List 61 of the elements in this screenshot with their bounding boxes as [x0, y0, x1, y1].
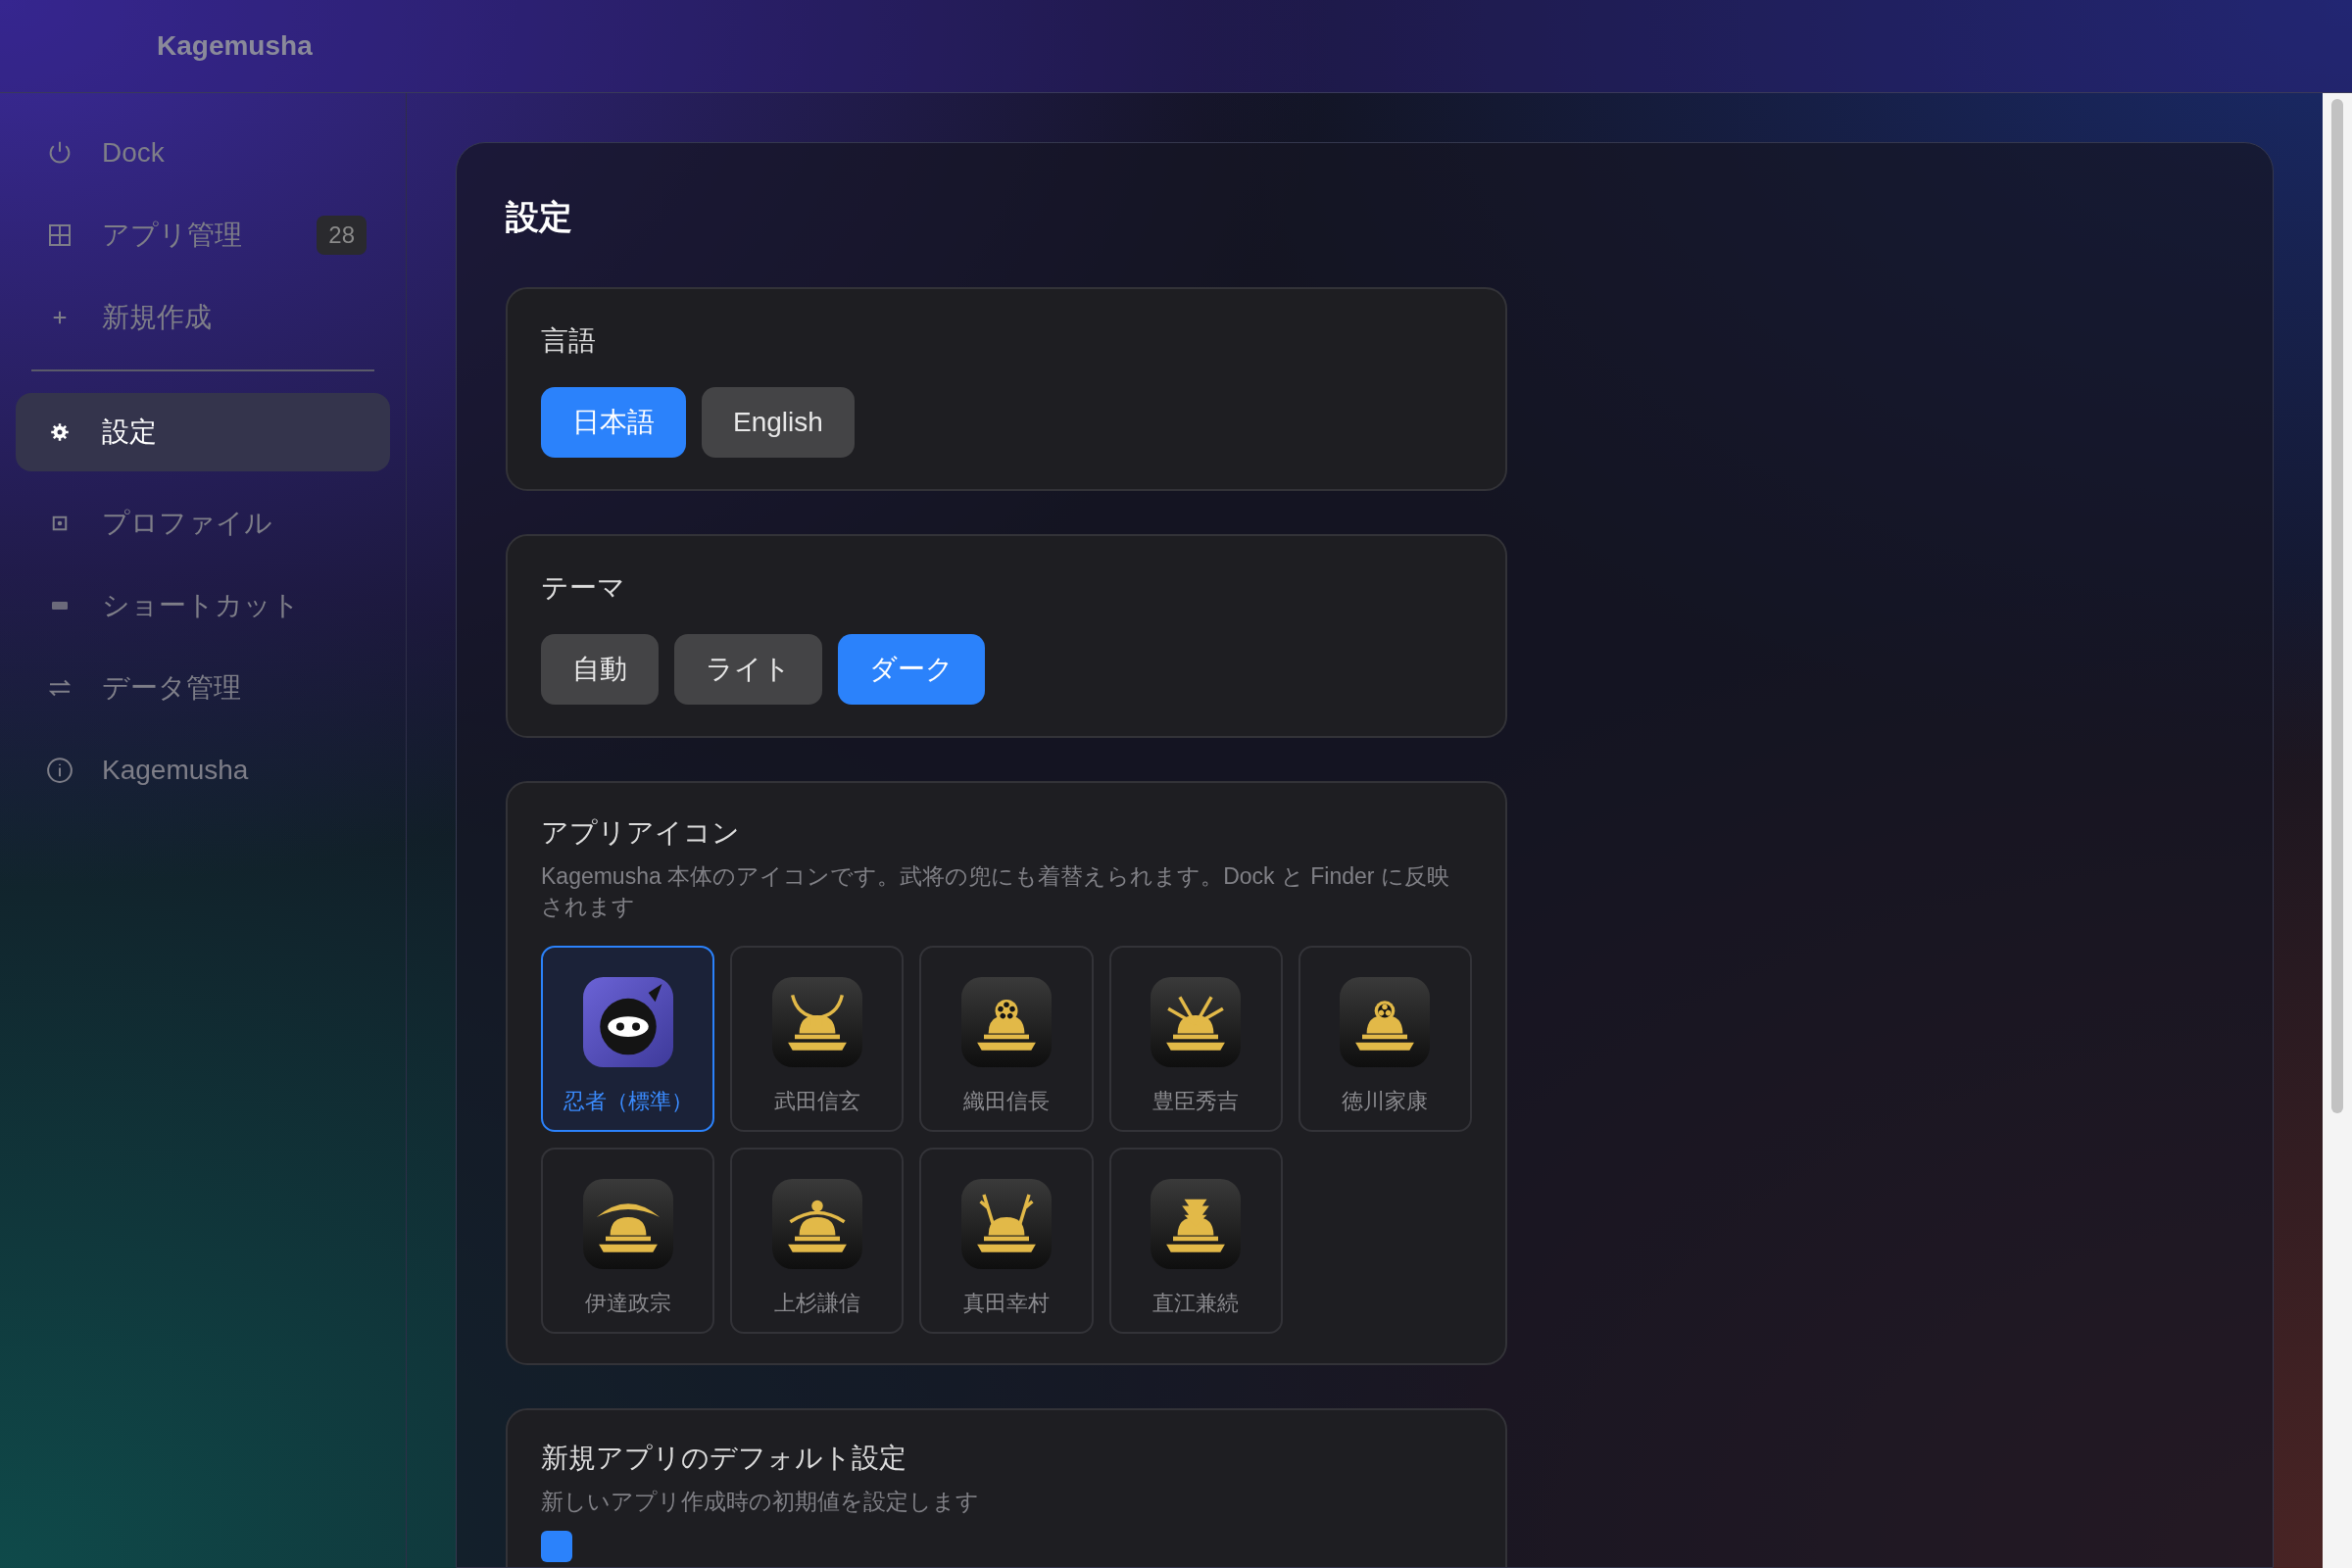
icon-option[interactable]: 伊達政宗 — [541, 1148, 715, 1334]
helmet-app-icon — [1151, 977, 1242, 1067]
icon-label: 直江兼続 — [1152, 1290, 1240, 1317]
icon-label: 徳川家康 — [1342, 1088, 1429, 1115]
sidebar-label: アプリ管理 — [102, 219, 243, 252]
icon-label: 上杉謙信 — [773, 1290, 860, 1317]
section-title: テーマ — [541, 571, 626, 605]
icon-option[interactable]: 直江兼続 — [1108, 1148, 1283, 1334]
sidebar-item[interactable]: ショートカット — [16, 575, 390, 636]
sidebar-label: ショートカット — [102, 589, 301, 622]
sidebar-label: 新規作成 — [102, 301, 213, 334]
sidebar-label: 設定 — [102, 416, 158, 449]
icon-label: 織田信長 — [963, 1088, 1050, 1115]
section-title: アプリアイコン — [541, 816, 741, 850]
info-icon — [45, 756, 74, 785]
option-button[interactable]: English — [702, 387, 855, 458]
section-description: Kagemusha 本体のアイコンです。武将の兜にも着替えられます。Dock と Finder に反映されます — [541, 862, 1450, 921]
icon-option[interactable]: 上杉謙信 — [730, 1148, 905, 1334]
option-button[interactable]: 日本語 — [541, 387, 686, 458]
option-button[interactable]: ライト — [674, 634, 822, 705]
ninja-app-icon — [582, 977, 673, 1067]
section-title: 言語 — [541, 324, 597, 358]
sidebar-label: データ管理 — [102, 671, 242, 705]
sidebar-item[interactable]: Dock — [16, 122, 390, 183]
sidebar-item[interactable]: アプリ管理 28 — [16, 205, 390, 266]
helmet-app-icon — [1151, 1179, 1242, 1269]
icon-label: 武田信玄 — [773, 1088, 860, 1115]
icon-label: 豊臣秀吉 — [1152, 1088, 1240, 1115]
helmet-app-icon — [961, 1179, 1052, 1269]
helmet-app-icon — [961, 977, 1052, 1067]
sidebar-label: プロファイル — [102, 507, 273, 540]
helmet-app-icon — [771, 977, 862, 1067]
section-description: 新しいアプリ作成時の初期値を設定します — [541, 1488, 980, 1516]
count-badge: 28 — [317, 216, 367, 255]
helmet-app-icon — [771, 1179, 862, 1269]
icon-option[interactable]: 徳川家康 — [1298, 946, 1472, 1132]
option-button[interactable]: ダーク — [838, 634, 985, 705]
helmet-app-icon — [1340, 977, 1431, 1067]
icon-option[interactable]: 武田信玄 — [730, 946, 905, 1132]
sidebar-item[interactable]: 新規作成 — [16, 287, 390, 348]
icon-option[interactable]: 豊臣秀吉 — [1108, 946, 1283, 1132]
sidebar-item[interactable]: 設定 — [16, 393, 390, 471]
scrollbar[interactable] — [2323, 93, 2352, 1568]
app-title: Kagemusha — [157, 29, 313, 63]
sidebar-item[interactable]: プロファイル — [16, 493, 390, 554]
icon-option[interactable]: 忍者（標準） — [541, 946, 715, 1132]
sidebar-item[interactable]: データ管理 — [16, 658, 390, 718]
keyboard-icon — [52, 602, 68, 610]
page-title: 設定 — [506, 197, 573, 237]
sidebar-label: Kagemusha — [102, 754, 250, 787]
section-title: 新規アプリのデフォルト設定 — [541, 1442, 907, 1475]
icon-label: 真田幸村 — [963, 1290, 1050, 1317]
helmet-app-icon — [582, 1179, 673, 1269]
option-button[interactable]: 自動 — [541, 634, 659, 705]
checkbox[interactable] — [541, 1530, 572, 1562]
sidebar-item[interactable]: Kagemusha — [16, 740, 390, 801]
sidebar-label: Dock — [102, 136, 166, 170]
icon-option[interactable]: 真田幸村 — [919, 1148, 1094, 1334]
icon-option[interactable]: 織田信長 — [919, 946, 1094, 1132]
icon-label: 伊達政宗 — [584, 1290, 671, 1317]
icon-label: 忍者（標準） — [563, 1088, 693, 1115]
